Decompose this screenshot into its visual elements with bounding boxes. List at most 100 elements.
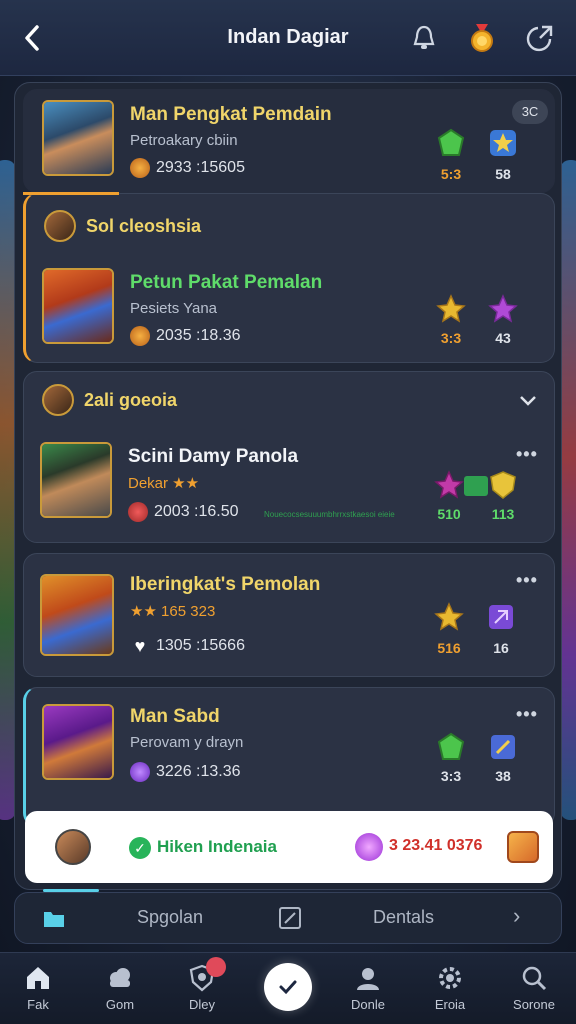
- more-options-icon[interactable]: •••: [516, 570, 538, 591]
- player-stat: ♥ 1305 :15666: [130, 636, 245, 656]
- chevron-down-icon[interactable]: [518, 394, 538, 408]
- nav-item-sorone[interactable]: Sorone: [502, 963, 566, 1019]
- player-stat: 2933 :15605: [130, 158, 245, 178]
- nav-label: Fak: [27, 997, 49, 1012]
- green-gem-icon: [437, 128, 465, 156]
- player-subtitle: Perovam y drayn: [130, 734, 244, 751]
- nav-label: Eroia: [434, 997, 466, 1012]
- nav-item-eroia[interactable]: Eroia: [418, 963, 482, 1019]
- nav-item-gom[interactable]: Gom: [88, 963, 152, 1019]
- count-badge[interactable]: 3C: [512, 100, 548, 124]
- group-header[interactable]: Sol cleoshsia: [44, 210, 201, 242]
- player-avatar: [40, 442, 112, 518]
- gem-value: 3:3: [440, 330, 462, 346]
- player-group-card[interactable]: Sol cleoshsia Petun Pakat Pemalan Pesiet…: [23, 192, 555, 363]
- gem-value: 16: [493, 640, 509, 656]
- player-avatar: [40, 574, 114, 656]
- purple-rune-icon: [489, 605, 513, 629]
- group-avatar: [44, 210, 76, 242]
- edit-icon[interactable]: [277, 905, 303, 931]
- confirm-button[interactable]: [264, 963, 312, 1011]
- more-options-icon[interactable]: •••: [516, 704, 538, 725]
- more-options-icon[interactable]: •••: [516, 444, 538, 465]
- player-card[interactable]: Man Pengkat Pemdain Petroakary cbiin 293…: [23, 89, 555, 193]
- nav-label: Sorone: [513, 997, 555, 1012]
- gem-value: 58: [495, 166, 511, 182]
- bottom-nav: Fak Gom Dley Donle Eroia Sorone: [0, 952, 576, 1024]
- group-title: Sol cleoshsia: [86, 215, 202, 236]
- gem-value: 510: [437, 506, 461, 522]
- medal-icon[interactable]: [466, 22, 498, 54]
- green-gem-icon: [437, 732, 465, 760]
- player-subtitle: Dekar ★★: [128, 475, 200, 492]
- gem-value: 43: [495, 330, 511, 346]
- gem-value: 38: [495, 768, 511, 784]
- invite-avatar: [55, 829, 91, 865]
- player-name: Man Sabd: [130, 706, 220, 727]
- invite-value: 3 23.41 0376: [389, 837, 483, 854]
- chevron-right-icon[interactable]: ›: [513, 903, 520, 929]
- gem-value: 5:3: [440, 166, 462, 182]
- player-name: Scini Damy Panola: [128, 446, 299, 467]
- nav-item-donle[interactable]: Donle: [336, 963, 400, 1019]
- notification-bell-icon[interactable]: [408, 22, 440, 54]
- player-avatar: [42, 704, 114, 780]
- stat-value: 2035 :18.36: [156, 327, 241, 344]
- invite-bar[interactable]: ✓ Hiken Indenaia 3 23.41 0376: [25, 811, 553, 883]
- checkmark-icon: [279, 980, 297, 995]
- player-subtitle: Pesiets Yana: [130, 300, 218, 317]
- gem-value: 3:3: [440, 768, 462, 784]
- star-gem-icon: [490, 130, 516, 156]
- back-arrow-icon[interactable]: [20, 22, 48, 54]
- nav-label: Donle: [351, 997, 385, 1012]
- player-card[interactable]: ••• Iberingkat's Pemolan ★★ 165 323 ♥ 13…: [23, 553, 555, 677]
- player-stat: 2003 :16.50: [128, 502, 239, 522]
- player-name: Petun Pakat Pemalan: [130, 272, 323, 293]
- nav-item-fak[interactable]: Fak: [6, 963, 70, 1019]
- share-icon[interactable]: [524, 22, 556, 54]
- check-icon: ✓: [129, 837, 151, 859]
- nav-label: Dley: [188, 997, 215, 1012]
- stat-value: 3226 :13.36: [156, 763, 241, 780]
- player-card[interactable]: ••• Man Sabd Perovam y drayn 3226 :13.36…: [23, 687, 555, 827]
- home-icon: [23, 963, 53, 993]
- search-icon: [519, 963, 549, 993]
- player-list-panel: Man Pengkat Pemdain Petroakary cbiin 293…: [14, 82, 562, 890]
- coin-icon: [130, 158, 150, 178]
- pink-star-icon: [434, 470, 464, 499]
- gold-star-icon: [436, 294, 466, 323]
- group-avatar: [42, 384, 74, 416]
- gear-icon: [435, 963, 465, 993]
- crystal-icon: [130, 762, 150, 782]
- orb-icon: [355, 833, 383, 861]
- player-subtitle: ★★ 165 323: [130, 603, 216, 620]
- player-name: Man Pengkat Pemdain: [130, 104, 332, 125]
- group-header[interactable]: 2ali goeoia: [42, 384, 177, 416]
- page-title: Indan Dagiar: [227, 26, 349, 48]
- gold-shield-icon: [490, 471, 516, 499]
- top-header: Indan Dagiar: [0, 0, 576, 76]
- profile-icon: [353, 963, 383, 993]
- player-avatar: [42, 100, 114, 176]
- stat-value: 2933 :15605: [156, 159, 245, 176]
- gem-value: 113: [491, 506, 515, 522]
- green-tag-icon: [464, 476, 488, 496]
- tab-dentals[interactable]: Dentals: [373, 907, 434, 928]
- stat-value: 2003 :16.50: [154, 503, 239, 520]
- tab-spgolan[interactable]: Spgolan: [137, 907, 203, 928]
- nav-item-dley[interactable]: Dley: [170, 957, 234, 1019]
- player-group-card[interactable]: 2ali goeoia ••• Scini Damy Panola Dekar …: [23, 371, 555, 543]
- right-decor-glow: [560, 160, 576, 820]
- player-stat: 2035 :18.36: [130, 326, 241, 346]
- rune-icon: [491, 735, 515, 759]
- player-name: Iberingkat's Pemolan: [130, 574, 321, 595]
- nav-label: Gom: [105, 997, 135, 1012]
- group-title: 2ali goeoia: [84, 389, 178, 410]
- active-indicator: [43, 889, 99, 892]
- chest-icon[interactable]: [507, 831, 539, 863]
- player-stat: 3226 :13.36: [130, 762, 241, 782]
- invite-text: Hiken Indenaia: [157, 837, 277, 856]
- folder-icon[interactable]: [41, 905, 67, 931]
- player-avatar: [42, 268, 114, 344]
- group-accent-line: [23, 192, 119, 195]
